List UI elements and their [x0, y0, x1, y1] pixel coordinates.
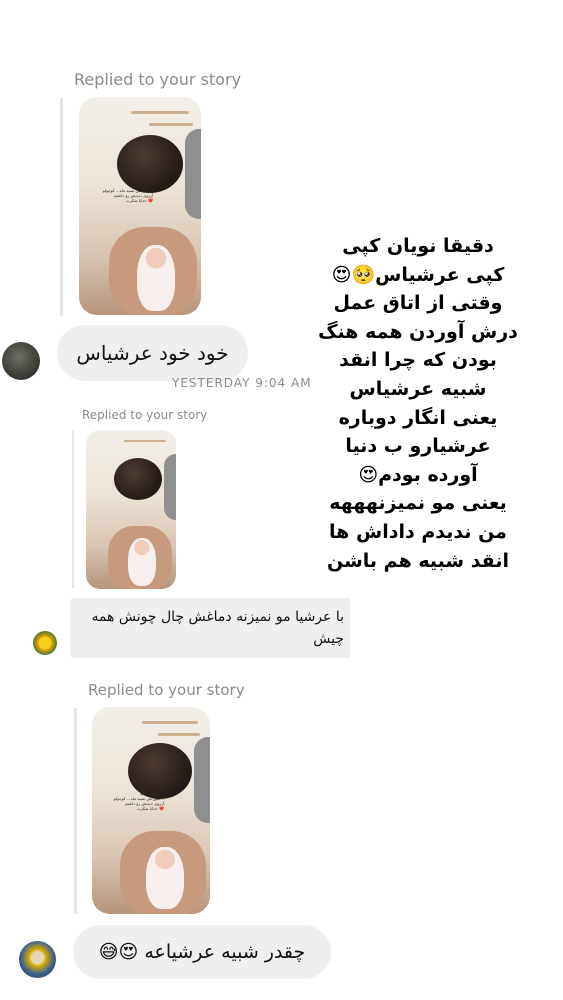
story-thumbnail[interactable]: انقد گوگولیه... صورتش شبیه ماه... کوچولو…	[92, 707, 210, 914]
message-bubble: چقدر شبیه عرشیاعه 😍😅	[73, 925, 331, 979]
overlay-line: شبیه عرشیاس	[349, 377, 487, 400]
overlay-line: دقیقا نویان کپی	[342, 235, 494, 257]
story-caption: انقد گوگولیه... صورتش شبیه ماه... کوچولو…	[113, 791, 164, 811]
overlay-line: یعنی انگار دوباره	[338, 406, 498, 429]
reply-indicator-bar	[72, 430, 74, 588]
story-thumbnail[interactable]: انقد گوگولیه... صورتش شبیه ماه... کوچولو…	[79, 97, 201, 315]
avatar[interactable]	[2, 342, 40, 380]
message-bubble: خود خود عرشیاس	[57, 325, 248, 381]
replied-to-story-label: Replied to your story	[74, 70, 242, 89]
reply-indicator-bar	[74, 708, 77, 914]
message-bubble: با عرشیا مو نمیزنه دماغش چال چونش همه چی…	[70, 598, 350, 658]
overlay-line: وقتی از اتاق عمل	[333, 292, 503, 315]
overlay-line: درش آوردن همه هنگ	[318, 320, 518, 343]
avatar[interactable]	[33, 631, 57, 655]
avatar[interactable]	[19, 941, 56, 978]
story-caption: انقد گوگولیه... صورتش شبیه ماه... کوچولو…	[102, 183, 153, 203]
overlay-line: عرشیارو ب دنیا	[345, 435, 491, 458]
overlay-line: انقد شبیه هم باشن	[327, 549, 509, 572]
story-thumbnail[interactable]	[86, 430, 176, 589]
overlay-line: بودن که چرا انقد	[339, 349, 497, 372]
timestamp: YESTERDAY 9:04 AM	[172, 376, 312, 389]
story-overlay-text: دقیقا نویان کپی کپی عرشیاس🥺😍 وقتی از اتا…	[303, 232, 533, 575]
replied-to-story-label: Replied to your story	[82, 408, 208, 422]
overlay-line: من ندیدم داداش ها	[329, 520, 507, 543]
overlay-line: کپی عرشیاس🥺😍	[331, 263, 505, 286]
reply-indicator-bar	[60, 98, 63, 316]
replied-to-story-label: Replied to your story	[88, 681, 245, 699]
overlay-line: یعنی مو نمیزنهههه	[329, 492, 507, 515]
overlay-line: آورده بودم😍	[358, 463, 478, 486]
